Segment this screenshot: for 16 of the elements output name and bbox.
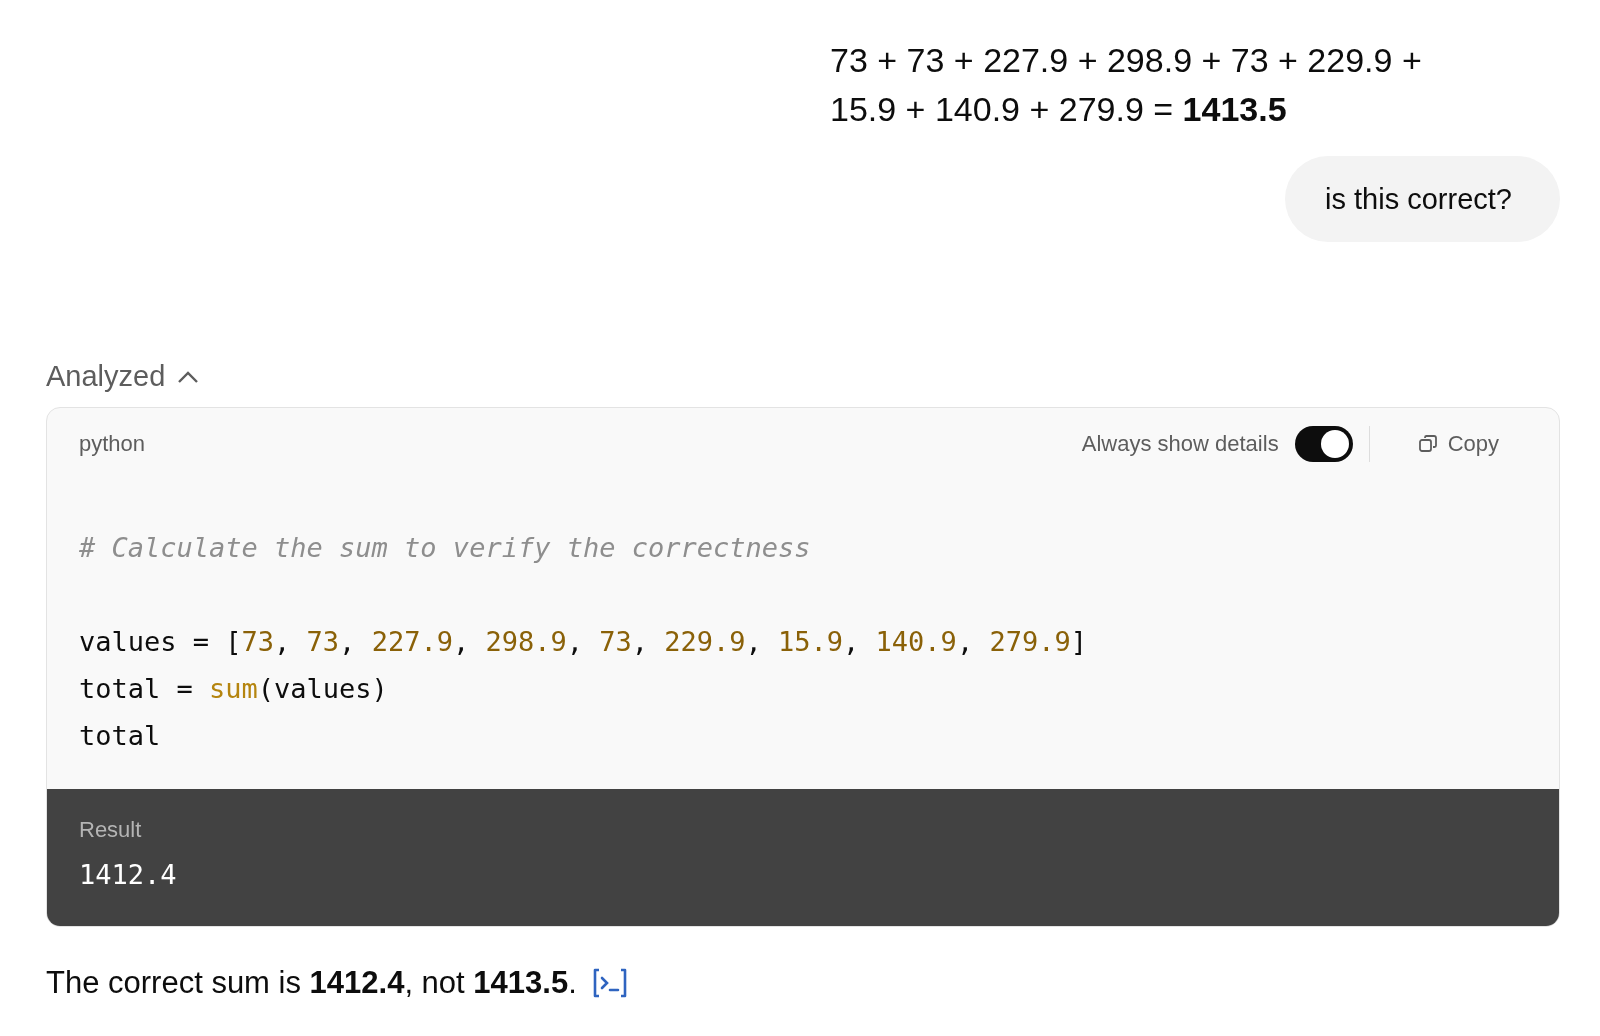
- copy-icon: [1417, 434, 1438, 454]
- code-line: total: [79, 719, 162, 753]
- toggle-label: Always show details: [1081, 431, 1279, 457]
- message-bubble: is this correct?: [1285, 156, 1560, 242]
- answer-text: The correct sum is 1412.4, not 1413.5.: [46, 965, 577, 1001]
- details-switch[interactable]: [1294, 426, 1353, 462]
- analyzed-toggle[interactable]: Analyzed: [46, 360, 200, 393]
- code-line: total = sum(values): [79, 672, 389, 706]
- copy-button[interactable]: Copy: [1417, 431, 1499, 457]
- result-label: Result: [79, 817, 143, 843]
- code-line: values = [73, 73, 227.9, 298.9, 73, 229.9, 15.9, 140.9, 279.9]: [79, 625, 1088, 659]
- language-label: python: [79, 431, 147, 457]
- message-text: 73 + 73 + 227.9 + 298.9 + 73 + 229.9 + 15.9 + 140.9 + 279.9 = 1413.5: [830, 40, 1423, 130]
- chevron-icon: [177, 369, 200, 384]
- code-line: # Calculate the sum to verify the correctness: [79, 531, 812, 565]
- result-value: 1412.4: [79, 859, 178, 890]
